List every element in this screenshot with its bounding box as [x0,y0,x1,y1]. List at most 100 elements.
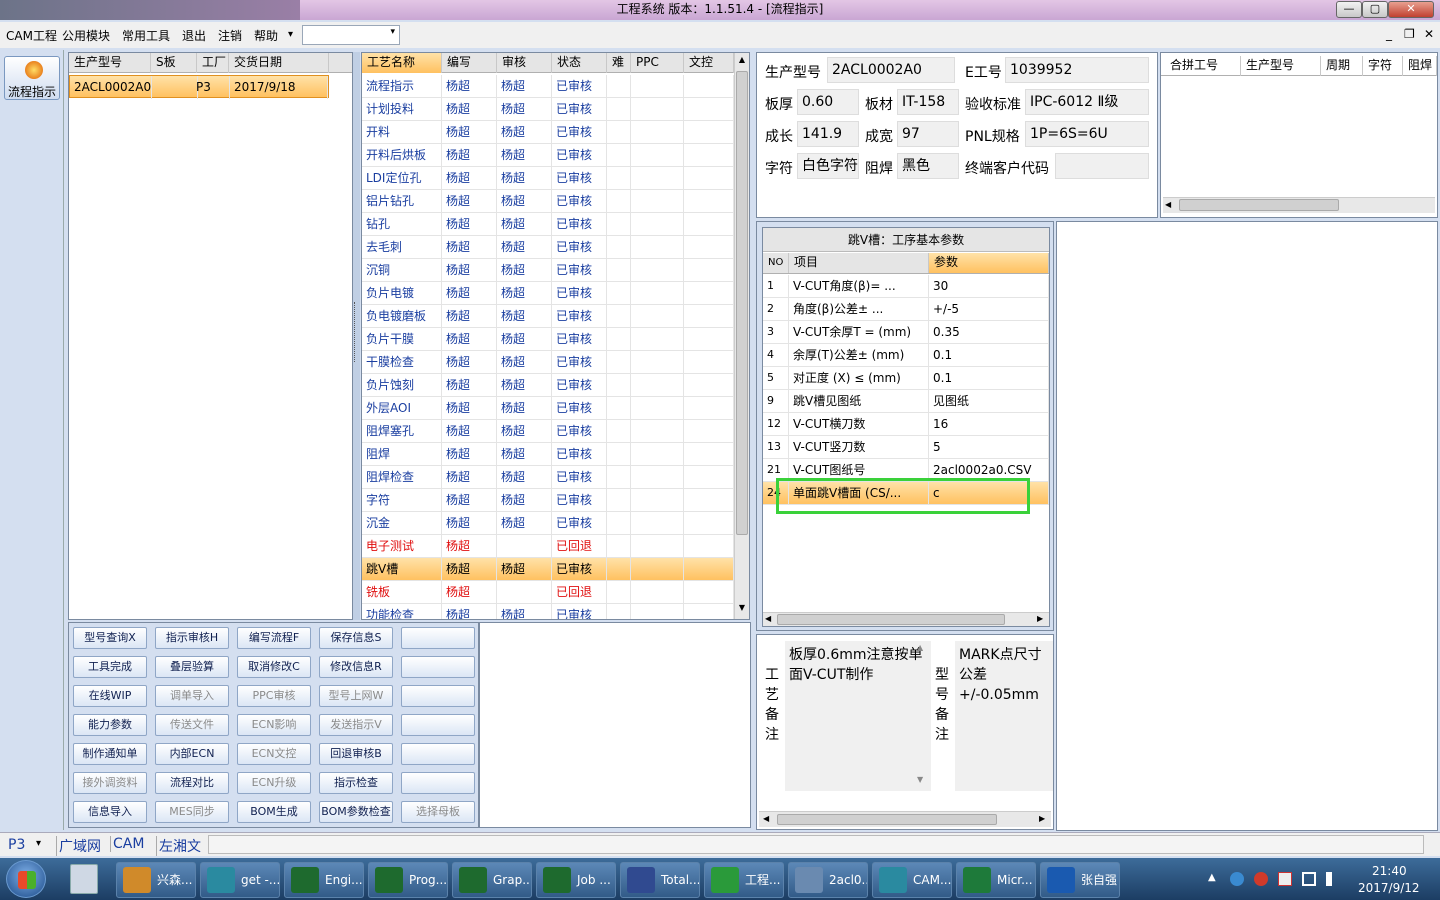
col-merge-period[interactable]: 周期 [1321,56,1363,76]
scroll-thumb[interactable] [777,814,997,825]
col-process-name[interactable]: 工艺名称 [362,53,442,73]
col-doc-control[interactable]: 文控 [684,53,734,73]
action-button-r2-c0[interactable]: 在线WIP [73,685,147,707]
scroll-thumb[interactable] [736,71,748,535]
action-button-r1-c2[interactable]: 取消修改C [237,656,311,678]
notes-hscrollbar[interactable]: ◀ ▶ [759,811,1051,827]
table-row[interactable]: 外层AOI 杨超 杨超 已审核 [362,397,734,420]
model-field[interactable]: 2ACL0002A0 [827,57,955,83]
thickness-field[interactable]: 0.60 [797,89,859,115]
action-button-r2-c4[interactable] [401,685,475,707]
taskbar-item[interactable]: Engi... [284,862,364,898]
col-date[interactable]: 交货日期 [229,53,329,73]
calculator-icon[interactable] [70,864,98,894]
material-field[interactable]: IT-158 [897,89,959,115]
pnl-field[interactable]: 1P=6S=6U [1025,121,1149,147]
table-row[interactable]: 功能检查 杨超 杨超 已审核 [362,604,734,619]
scroll-thumb[interactable] [1179,199,1339,211]
action-button-r5-c1[interactable]: 流程对比 [155,772,229,794]
action-button-r6-c3[interactable]: BOM参数检查 [319,801,393,823]
col-merge-char[interactable]: 字符 [1363,56,1403,76]
table-row[interactable]: 沉金 杨超 杨超 已审核 [362,512,734,535]
col-merge-mask[interactable]: 阻焊 [1403,56,1437,76]
action-button-r0-c1[interactable]: 指示审核H [155,627,229,649]
standard-field[interactable]: IPC-6012 Ⅱ级 [1025,89,1149,115]
scroll-up-icon[interactable]: ▲ [917,643,923,652]
chevron-down-icon[interactable]: ▾ [36,838,41,849]
table-row[interactable]: LDI定位孔 杨超 杨超 已审核 [362,167,734,190]
taskbar-item[interactable]: get -... [200,862,280,898]
taskbar-item[interactable]: Job ... [536,862,616,898]
action-button-r3-c3[interactable]: 发送指示V [319,714,393,736]
scroll-right-icon[interactable]: ▶ [1039,814,1045,823]
taskbar-item[interactable]: 张自强 [1040,862,1120,898]
params-hscrollbar[interactable]: ◀ ▶ [763,612,1049,626]
action-button-r3-c0[interactable]: 能力参数 [73,714,147,736]
action-button-r0-c0[interactable]: 型号查询X [73,627,147,649]
mdi-close-button[interactable]: ✕ [1424,27,1434,41]
model-notes-text[interactable]: MARK点尺寸公差+/-0.05mm [955,641,1053,791]
taskbar-item[interactable]: 工程... [704,862,784,898]
action-button-r6-c2[interactable]: BOM生成 [237,801,311,823]
tray-monitor-icon[interactable] [1302,872,1316,886]
table-row[interactable]: 开料 杨超 杨超 已审核 [362,121,734,144]
length-field[interactable]: 141.9 [797,121,859,147]
scroll-down-icon[interactable]: ▼ [736,603,748,615]
splitter[interactable] [353,52,360,620]
eno-field[interactable]: 1039952 [1005,57,1149,83]
mdi-minimize-button[interactable]: _ [1386,27,1392,41]
col-value[interactable]: 参数 [929,253,1049,273]
table-row[interactable]: 开料后烘板 杨超 杨超 已审核 [362,144,734,167]
scroll-up-icon[interactable]: ▲ [736,55,748,67]
taskbar-item[interactable]: Micr... [956,862,1036,898]
action-button-r0-c2[interactable]: 编写流程F [237,627,311,649]
col-no[interactable]: NO [763,253,789,273]
close-button[interactable]: ✕ [1388,1,1434,18]
table-row[interactable]: 钻孔 杨超 杨超 已审核 [362,213,734,236]
menu-help[interactable]: 帮助 [254,27,278,44]
process-notes-text[interactable]: 板厚0.6mm注意按单面V-CUT制作 [785,641,931,791]
menu-tools[interactable]: 常用工具 [122,27,170,44]
factory-select[interactable]: P3 [8,837,25,853]
table-row[interactable]: 负片干膜 杨超 杨超 已审核 [362,328,734,351]
param-row[interactable]: 9 跳V槽见图纸 见图纸 [763,390,1049,413]
scroll-down-icon[interactable]: ▼ [917,775,923,784]
col-merge-no[interactable]: 合拼工号 [1165,56,1241,76]
param-row[interactable]: 13 V-CUT竖刀数 5 [763,436,1049,459]
table-row[interactable]: 负片蚀刻 杨超 杨超 已审核 [362,374,734,397]
action-button-r5-c0[interactable]: 接外调资料 [73,772,147,794]
table-row[interactable]: 跳V槽 杨超 杨超 已审核 [362,558,734,581]
param-row[interactable]: 3 V-CUT余厚T = (mm) 0.35 [763,321,1049,344]
table-row[interactable]: 计划投料 杨超 杨超 已审核 [362,98,734,121]
table-row[interactable]: 去毛刺 杨超 杨超 已审核 [362,236,734,259]
width-field[interactable]: 97 [897,121,959,147]
action-button-r5-c2[interactable]: ECN升级 [237,772,311,794]
table-row[interactable]: 电子测试 杨超 已回退 [362,535,734,558]
action-button-r3-c1[interactable]: 传送文件 [155,714,229,736]
menu-logout[interactable]: 注销 [218,27,242,44]
start-button[interactable] [6,860,46,898]
col-factory[interactable]: 工厂 [197,53,229,73]
table-row[interactable]: 铝片钻孔 杨超 杨超 已审核 [362,190,734,213]
taskbar-item[interactable]: CAM... [872,862,952,898]
action-button-r1-c1[interactable]: 叠层验算 [155,656,229,678]
customer-code-field[interactable] [1055,153,1149,179]
param-row[interactable]: 4 余厚(T)公差± (mm) 0.1 [763,344,1049,367]
table-row[interactable]: 沉铜 杨超 杨超 已审核 [362,259,734,282]
action-button-r6-c0[interactable]: 信息导入 [73,801,147,823]
action-button-r1-c4[interactable] [401,656,475,678]
table-row[interactable]: 铣板 杨超 已回退 [362,581,734,604]
action-button-r3-c4[interactable] [401,714,475,736]
action-button-r1-c3[interactable]: 修改信息R [319,656,393,678]
scroll-left-icon[interactable]: ◀ [1165,200,1171,209]
tray-network-icon[interactable] [1230,872,1244,886]
tab-user[interactable]: 左湘文 [156,836,201,856]
menu-exit[interactable]: 退出 [182,27,206,44]
col-merge-model[interactable]: 生产型号 [1241,56,1321,76]
table-row[interactable]: 负电镀磨板 杨超 杨超 已审核 [362,305,734,328]
col-status[interactable]: 状态 [552,53,607,73]
col-difficulty[interactable]: 难 [607,53,631,73]
order-row[interactable]: 2ACL0002A0 P3 2017/9/18 [69,75,329,99]
taskbar-item[interactable]: 兴森... [116,862,196,898]
tray-flag-icon[interactable] [1278,872,1292,886]
